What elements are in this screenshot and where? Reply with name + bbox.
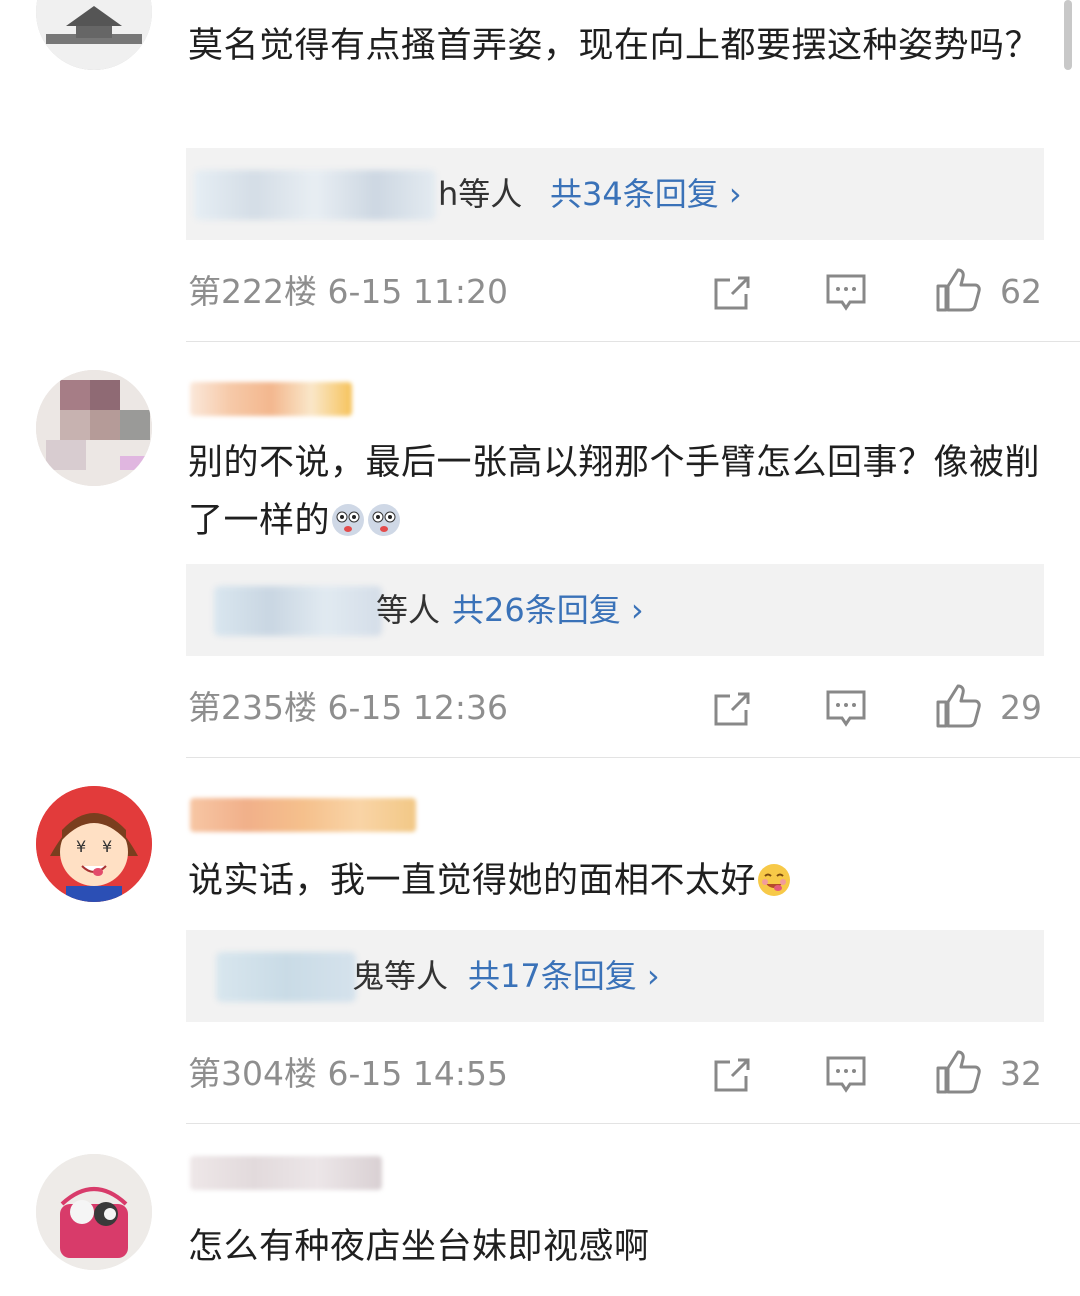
floor-time: 第304楼 6-15 14:55 <box>188 1054 508 1093</box>
blurred-usernames <box>214 586 382 636</box>
like-count: 62 <box>1000 272 1042 311</box>
comment-icon[interactable] <box>822 1050 870 1098</box>
comment-text: 怎么有种夜店坐台妹即视感啊 <box>188 1227 650 1267</box>
blurred-usernames <box>194 170 436 220</box>
reply-users: 等人 <box>376 591 441 629</box>
cat-basket-photo <box>36 1154 152 1270</box>
svg-text:¥: ¥ <box>102 837 112 856</box>
comment-icon[interactable] <box>822 684 870 732</box>
blurred-username <box>190 798 416 832</box>
share-icon[interactable] <box>708 1050 756 1098</box>
reply-users: 鬼等人 <box>352 957 449 995</box>
share-icon[interactable] <box>708 268 756 316</box>
yummy-face-emoji <box>758 864 791 896</box>
view-replies-link[interactable]: 共26条回复 › <box>452 586 644 634</box>
divider <box>186 341 1080 342</box>
divider <box>186 1123 1080 1124</box>
divider <box>186 757 1080 758</box>
like-count: 29 <box>1000 688 1042 727</box>
dog-emoji <box>332 504 365 536</box>
like-icon[interactable] <box>934 1048 982 1096</box>
comment-text: 别的不说，最后一张高以翔那个手臂怎么回事？像被削了一样的 <box>188 434 1048 550</box>
pixelated-photo <box>36 370 152 486</box>
reply-preview[interactable]: h等人 共34条回复 › <box>186 148 1044 240</box>
share-icon[interactable] <box>708 684 756 732</box>
cartoon-girl-avatar: ¥ ¥ <box>36 786 152 902</box>
reply-users: h等人 <box>438 175 523 213</box>
comment-icon[interactable] <box>822 268 870 316</box>
like-count: 32 <box>1000 1054 1042 1093</box>
like-icon[interactable] <box>934 266 982 314</box>
pagoda-photo <box>36 0 152 70</box>
blurred-username <box>190 1156 382 1190</box>
blurred-username <box>190 382 352 416</box>
comment-text-content: 说实话，我一直觉得她的面相不太好 <box>188 861 757 901</box>
avatar[interactable] <box>36 1154 152 1270</box>
floor-time: 第222楼 6-15 11:20 <box>188 272 508 311</box>
reply-preview[interactable]: 等人 共26条回复 › <box>186 564 1044 656</box>
view-replies-link[interactable]: 共17条回复 › <box>468 952 660 1000</box>
blurred-usernames <box>216 952 356 1002</box>
svg-text:¥: ¥ <box>76 837 86 856</box>
reply-preview[interactable]: 鬼等人 共17条回复 › <box>186 930 1044 1022</box>
dog-emoji <box>368 504 401 536</box>
avatar[interactable] <box>36 370 152 486</box>
comment-text: 说实话，我一直觉得她的面相不太好 <box>188 852 1048 910</box>
avatar[interactable]: ¥ ¥ <box>36 786 152 902</box>
floor-time: 第235楼 6-15 12:36 <box>188 688 508 727</box>
like-icon[interactable] <box>934 682 982 730</box>
view-replies-link[interactable]: 共34条回复 › <box>550 170 742 218</box>
comment-text: 莫名觉得有点搔首弄姿，现在向上都要摆这种姿势吗？ <box>188 26 1041 66</box>
comment-text-content: 别的不说，最后一张高以翔那个手臂怎么回事？像被削了一样的 <box>188 443 1041 541</box>
scrollbar[interactable] <box>1064 0 1072 70</box>
avatar[interactable] <box>36 0 152 70</box>
